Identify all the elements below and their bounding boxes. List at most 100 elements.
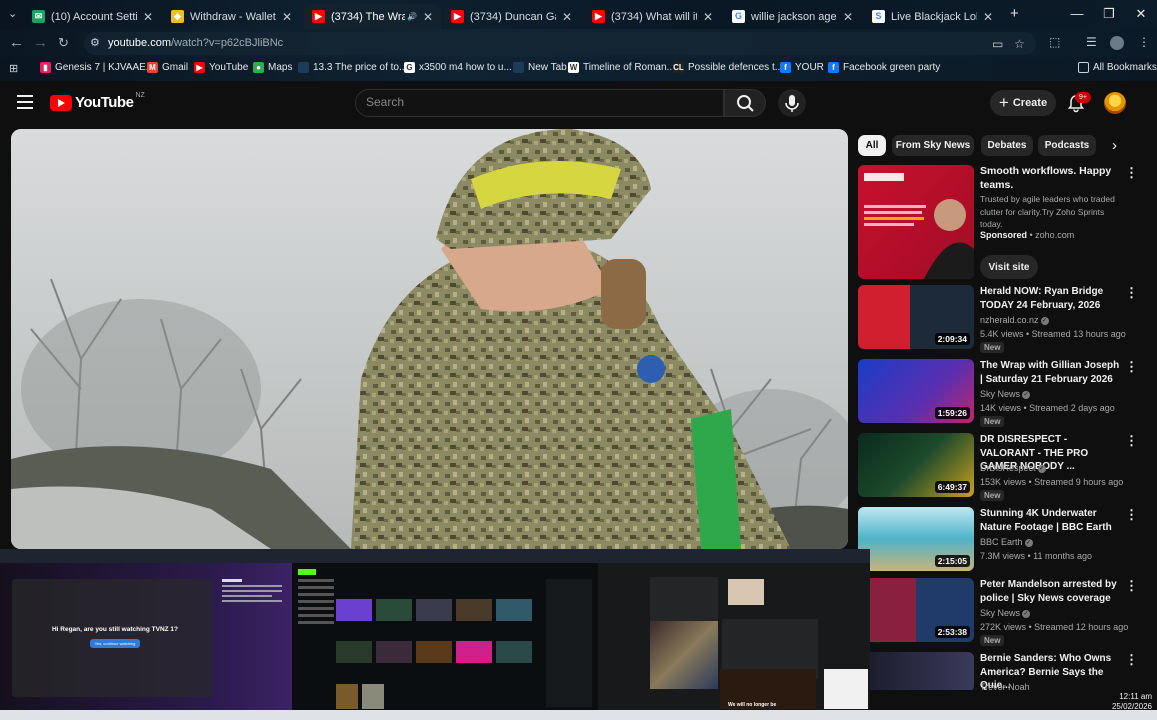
bookmark-item[interactable]: Gx3500 m4 how to u... xyxy=(404,62,512,73)
video-player[interactable] xyxy=(11,129,848,549)
back-arrow-icon[interactable]: ← xyxy=(9,34,24,51)
profile-icon[interactable] xyxy=(1110,36,1124,50)
create-button[interactable]: + Create xyxy=(990,90,1056,116)
bookmark-item[interactable]: ● Maps xyxy=(253,62,292,73)
continue-watching-button[interactable]: Yes, continue watching xyxy=(90,639,140,648)
filter-chip[interactable]: Debates xyxy=(981,135,1033,156)
video-title[interactable]: The Wrap with Gillian Joseph | Saturday … xyxy=(980,359,1120,386)
recommended-video[interactable]: 2:53:38 Peter Mandelson arrested by polic… xyxy=(858,578,1150,648)
browser-tab[interactable]: ✉ (10) Account Settings / S ✕ xyxy=(24,4,161,29)
channel-name[interactable]: DrDisRespect ✓ xyxy=(980,463,1046,473)
browser-tab[interactable]: ▶ (3734) The Wrap wi🔊 ✕ xyxy=(304,4,441,29)
filter-chip[interactable]: All xyxy=(858,135,886,156)
bookmark-item[interactable]: ▮ Genesis 7 | KJVAAE... xyxy=(40,62,154,73)
browser-tab[interactable]: ◆ Withdraw - Wallets - Bin ✕ xyxy=(163,4,300,29)
continue-watching-label: Yes, continue watching xyxy=(94,641,136,646)
preview-window-kick[interactable] xyxy=(292,549,598,713)
forward-arrow-icon[interactable]: → xyxy=(33,34,48,51)
tab-close-icon[interactable]: ✕ xyxy=(282,10,292,24)
browser-tab[interactable]: ▶ (3734) Duncan Garner ✕ xyxy=(443,4,580,29)
restore-button[interactable]: ❐ xyxy=(1094,6,1124,22)
close-window-button[interactable]: ✕ xyxy=(1126,6,1156,22)
video-title[interactable]: Peter Mandelson arrested by police | Sky… xyxy=(980,578,1120,605)
bookmark-item[interactable]: CL Possible defences t... xyxy=(673,62,783,73)
video-thumbnail[interactable]: 2:53:38 xyxy=(858,578,974,642)
bookmark-item[interactable]: W Timeline of Roman... xyxy=(568,62,675,73)
address-bar[interactable]: ⚙ youtube.com/watch?v=p62cBJliBNc ▭ ☆ xyxy=(84,32,1036,55)
visit-site-button[interactable]: Visit site xyxy=(980,255,1038,279)
tab-close-icon[interactable]: ✕ xyxy=(703,10,713,24)
filter-chip[interactable]: From Sky News xyxy=(892,135,974,156)
channel-name[interactable]: Sky News ✓ xyxy=(980,608,1031,618)
install-app-icon[interactable]: ▭ xyxy=(992,37,1003,51)
recommended-video[interactable]: Bernie Sanders: Who Owns America? Bernie… xyxy=(858,652,1150,690)
channel-name[interactable]: nzherald.co.nz ✓ xyxy=(980,315,1049,325)
ad-thumbnail[interactable] xyxy=(858,165,974,279)
tab-close-icon[interactable]: ✕ xyxy=(423,10,433,24)
bookmark-item[interactable]: f Facebook green party xyxy=(828,62,940,73)
bookmark-item[interactable]: ▶ YouTube xyxy=(194,62,248,73)
video-thumbnail[interactable]: 2:15:05 xyxy=(858,507,974,571)
video-thumbnail[interactable]: 2:09:34 xyxy=(858,285,974,349)
more-actions-icon[interactable]: ⋮ xyxy=(1125,165,1138,181)
youtube-logo[interactable]: YouTube NZ xyxy=(50,92,145,111)
video-thumbnail[interactable]: 6:49:37 xyxy=(858,433,974,497)
more-actions-icon[interactable]: ⋮ xyxy=(1125,578,1138,594)
more-actions-icon[interactable]: ⋮ xyxy=(1125,507,1138,523)
tab-audio-icon[interactable]: 🔊 xyxy=(407,12,417,21)
video-meta: 5.4K views • Streamed 13 hours ago xyxy=(980,329,1126,339)
minimize-button[interactable]: — xyxy=(1062,6,1092,21)
ad-title[interactable]: Smooth workflows. Happy teams. xyxy=(980,165,1120,192)
bookmark-item[interactable]: New Tab xyxy=(513,62,567,73)
more-actions-icon[interactable]: ⋮ xyxy=(1125,359,1138,375)
recommended-video[interactable]: 1:59:26 The Wrap with Gillian Joseph | Sa… xyxy=(858,359,1150,429)
recommended-video[interactable]: 2:15:05 Stunning 4K Underwater Nature Foo… xyxy=(858,507,1150,577)
browser-tab[interactable]: S Live Blackjack Lobby - Pl ✕ xyxy=(864,4,1001,29)
all-bookmarks-button[interactable]: All Bookmarks xyxy=(1078,62,1157,73)
video-title[interactable]: Herald NOW: Ryan Bridge TODAY 24 Februar… xyxy=(980,285,1120,312)
video-thumbnail[interactable]: 1:59:26 xyxy=(858,359,974,423)
browser-tab[interactable]: Gwillie jackson age - Goog ✕ xyxy=(724,4,861,29)
search-field[interactable] xyxy=(355,89,724,117)
bookmark-item[interactable]: f YOUR xyxy=(780,62,824,73)
channel-name[interactable]: Sky News ✓ xyxy=(980,389,1031,399)
chevron-right-icon[interactable]: › xyxy=(1112,137,1117,154)
tab-close-icon[interactable]: ✕ xyxy=(983,10,993,24)
tab-search-icon[interactable]: ⌄ xyxy=(8,7,17,20)
voice-search-button[interactable] xyxy=(778,89,806,117)
reading-list-icon[interactable]: ☰ xyxy=(1086,35,1097,49)
more-actions-icon[interactable]: ⋮ xyxy=(1125,285,1138,301)
preview-window-facebook[interactable]: We will no longer be xyxy=(598,549,870,713)
bookmark-item[interactable]: M Gmail xyxy=(147,62,188,73)
bookmark-item[interactable]: 13.3 The price of to... xyxy=(298,62,407,73)
preview-window-tvnz[interactable]: Hi Regan, are you still watching TVNZ 1?… xyxy=(0,549,292,713)
site-info-icon[interactable]: ⚙ xyxy=(90,36,104,50)
video-thumbnail[interactable] xyxy=(858,652,974,690)
hamburger-menu-icon[interactable] xyxy=(17,95,33,109)
new-tab-button[interactable]: + xyxy=(1010,5,1019,22)
more-actions-icon[interactable]: ⋮ xyxy=(1125,433,1138,449)
video-duration: 6:49:37 xyxy=(934,481,970,493)
avatar[interactable] xyxy=(1104,92,1126,114)
sponsored-ad[interactable]: Smooth workflows. Happy teams. Trusted b… xyxy=(858,165,1150,280)
reload-icon[interactable]: ↻ xyxy=(58,35,69,51)
recommended-video[interactable]: 2:09:34 Herald NOW: Ryan Bridge TODAY 24 … xyxy=(858,285,1150,355)
extensions-icon[interactable]: ⬚ xyxy=(1049,35,1060,49)
menu-kebab-icon[interactable]: ⋮ xyxy=(1138,35,1150,49)
taskbar-clock[interactable]: 12:11 am 25/02/2026 xyxy=(1080,692,1152,712)
tab-close-icon[interactable]: ✕ xyxy=(562,10,572,24)
filter-chip[interactable]: Podcasts xyxy=(1038,135,1096,156)
search-button[interactable] xyxy=(724,89,766,117)
more-actions-icon[interactable]: ⋮ xyxy=(1125,652,1138,668)
channel-name[interactable]: BBC Earth ✓ xyxy=(980,537,1033,547)
apps-grid-icon[interactable]: ⊞ xyxy=(9,62,18,75)
recommended-video[interactable]: 6:49:37 DR DISRESPECT - VALORANT - THE PR… xyxy=(858,433,1150,503)
bookmark-star-icon[interactable]: ☆ xyxy=(1014,37,1025,51)
channel-name[interactable]: Trevor Noah xyxy=(980,682,1030,690)
clock-time: 12:11 am xyxy=(1119,692,1152,701)
browser-tab[interactable]: ▶ (3734) What will it take I ✕ xyxy=(584,4,721,29)
tab-close-icon[interactable]: ✕ xyxy=(843,10,853,24)
search-input[interactable] xyxy=(366,95,706,109)
video-title[interactable]: Stunning 4K Underwater Nature Footage | … xyxy=(980,507,1120,534)
tab-close-icon[interactable]: ✕ xyxy=(143,10,153,24)
